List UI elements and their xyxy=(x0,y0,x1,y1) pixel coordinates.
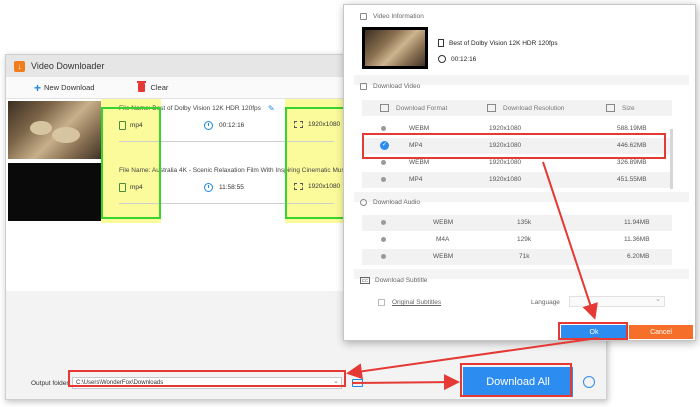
arrow-to-output-path xyxy=(346,337,599,380)
arrow-to-ok xyxy=(542,161,598,320)
arrow-to-download-all xyxy=(351,374,460,391)
annotation-arrows xyxy=(346,161,599,391)
